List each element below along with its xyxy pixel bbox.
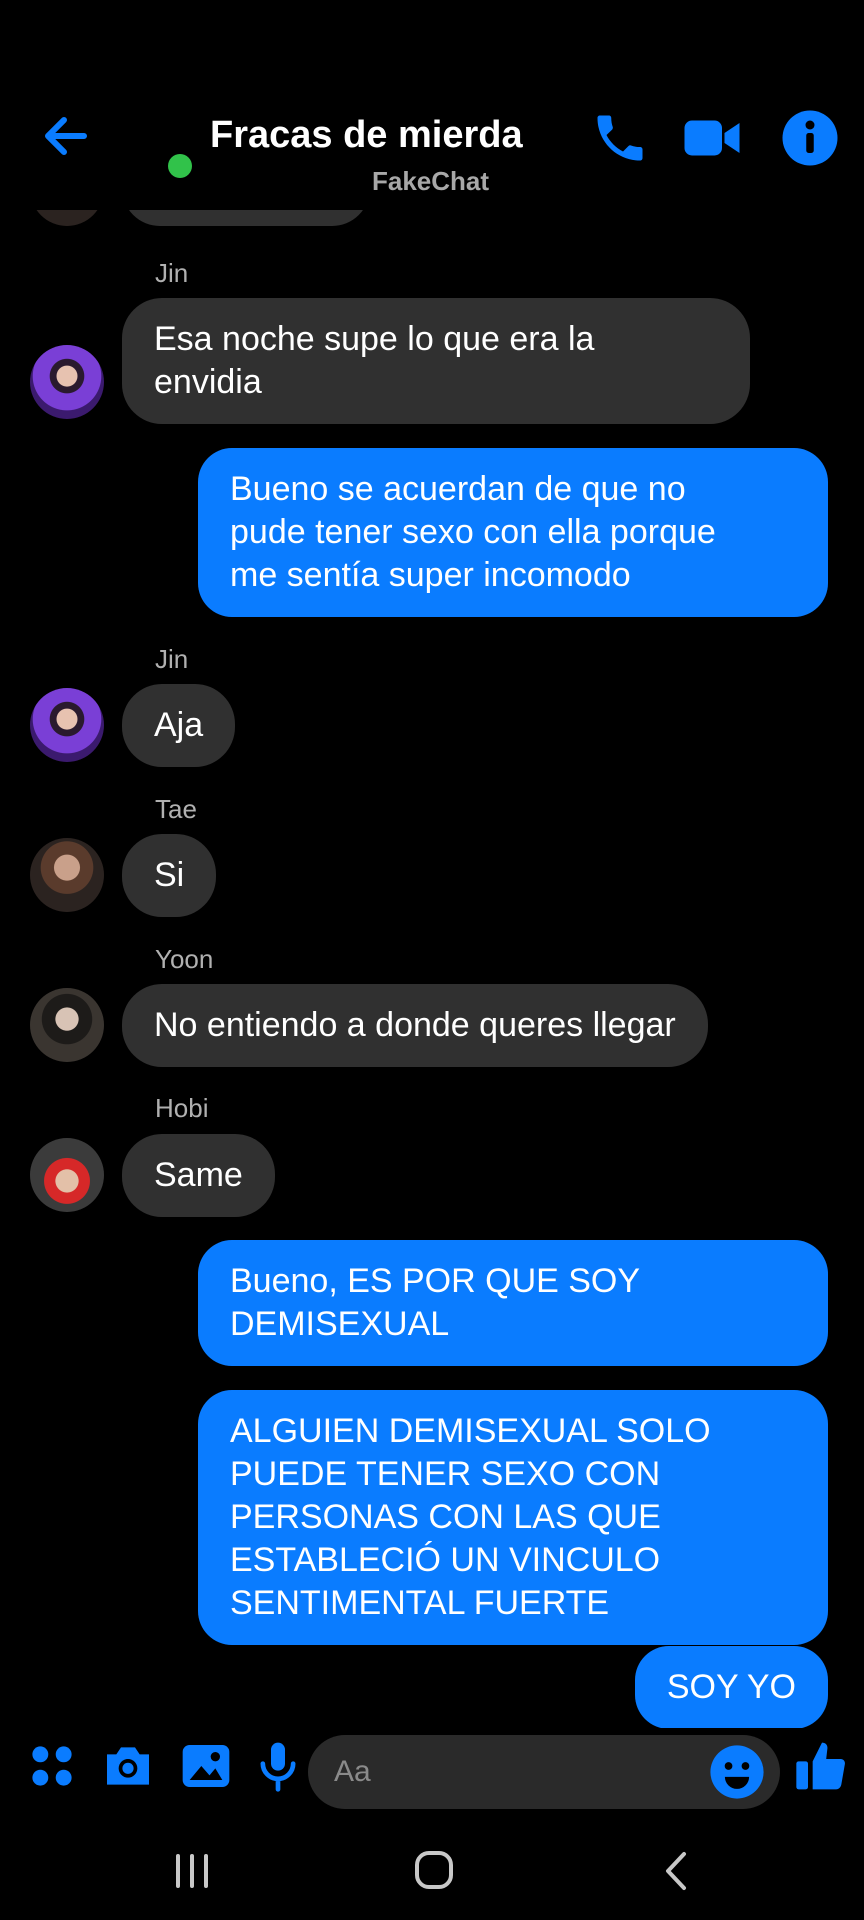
gallery-icon[interactable] <box>178 1738 234 1794</box>
chat-title[interactable]: Fracas de mierda <box>210 114 523 157</box>
avatar-yoon <box>30 988 104 1062</box>
sender-name: Jin <box>155 258 189 288</box>
recent-apps-icon[interactable] <box>162 1846 222 1896</box>
system-nav-bar <box>0 1818 864 1920</box>
message-text: No entiendo a donde queres llegar <box>154 1006 676 1044</box>
nav-back-icon[interactable] <box>646 1846 706 1896</box>
message-input[interactable]: Aa <box>308 1735 780 1809</box>
message-bubble-own: Bueno se acuerdan de que no pude tener s… <box>198 448 828 617</box>
message-text-line: envidia <box>154 363 262 401</box>
message-bubble: Same <box>122 1134 275 1217</box>
composer-bar: Aa <box>0 1728 864 1818</box>
message-text: Aja <box>154 706 204 744</box>
message-text-line: DEMISEXUAL <box>230 1305 450 1343</box>
video-camera-icon[interactable] <box>682 108 742 168</box>
message-bubble: Si <box>122 834 217 917</box>
message-text: Si <box>154 856 185 894</box>
avatar-jin <box>30 345 104 419</box>
emoji-icon[interactable] <box>708 1743 766 1801</box>
message-text-line: me sentía super incomodo <box>230 556 631 594</box>
message-bubble: Esa noche supe lo que era la envidia <box>122 298 750 424</box>
message-bubble: No entiendo a donde queres llegar <box>122 984 708 1067</box>
message-text-line: SENTIMENTAL FUERTE <box>230 1584 610 1622</box>
message-text-line: PUEDE TENER SEXO CON <box>230 1455 661 1493</box>
camera-icon[interactable] <box>100 1738 156 1794</box>
thumbs-up-icon[interactable] <box>794 1738 850 1794</box>
avatar-jin <box>30 688 104 762</box>
sender-name: Hobi <box>155 1093 209 1123</box>
message-input-placeholder: Aa <box>334 1755 371 1788</box>
microphone-icon[interactable] <box>250 1738 306 1794</box>
message-text-line: PERSONAS CON LAS QUE <box>230 1498 661 1536</box>
info-icon[interactable] <box>780 108 840 168</box>
apps-grid-icon[interactable] <box>24 1738 80 1794</box>
sender-name: Tae <box>155 794 197 824</box>
sender-name: Yoon <box>155 944 214 974</box>
phone-icon[interactable] <box>590 108 650 168</box>
message-bubble-own: ALGUIEN DEMISEXUAL SOLO PUEDE TENER SEXO… <box>198 1390 828 1645</box>
message-text: SOY YO <box>666 1668 796 1706</box>
message-bubble-own: SOY YO <box>634 1646 828 1729</box>
message-text-line: Esa noche supe lo que era la <box>154 320 595 358</box>
avatar-hobi <box>30 1138 104 1212</box>
message-bubble: Aja <box>122 684 236 767</box>
message-text-line: pude tener sexo con ella porque <box>230 513 716 551</box>
sender-name: Jin <box>155 644 189 674</box>
message-text-line: ESTABLECIÓ UN VINCULO <box>230 1541 661 1579</box>
message-bubble-own: Bueno, ES POR QUE SOY DEMISEXUAL <box>198 1240 828 1366</box>
message-list[interactable]: Jin Esa noche supe lo que era la envidia… <box>0 0 864 1730</box>
chat-header: Fracas de mierda FakeChat <box>0 0 864 210</box>
home-icon[interactable] <box>404 1846 464 1896</box>
chat-subtitle: FakeChat <box>372 166 490 196</box>
message-text: Same <box>154 1156 243 1194</box>
message-text-line: Bueno, ES POR QUE SOY <box>230 1262 641 1300</box>
message-text-line: ALGUIEN DEMISEXUAL SOLO <box>230 1412 711 1450</box>
message-text-line: Bueno se acuerdan de que no <box>230 470 686 508</box>
back-arrow-icon[interactable] <box>38 108 94 164</box>
online-status-dot <box>168 154 192 178</box>
avatar-tae <box>30 838 104 912</box>
